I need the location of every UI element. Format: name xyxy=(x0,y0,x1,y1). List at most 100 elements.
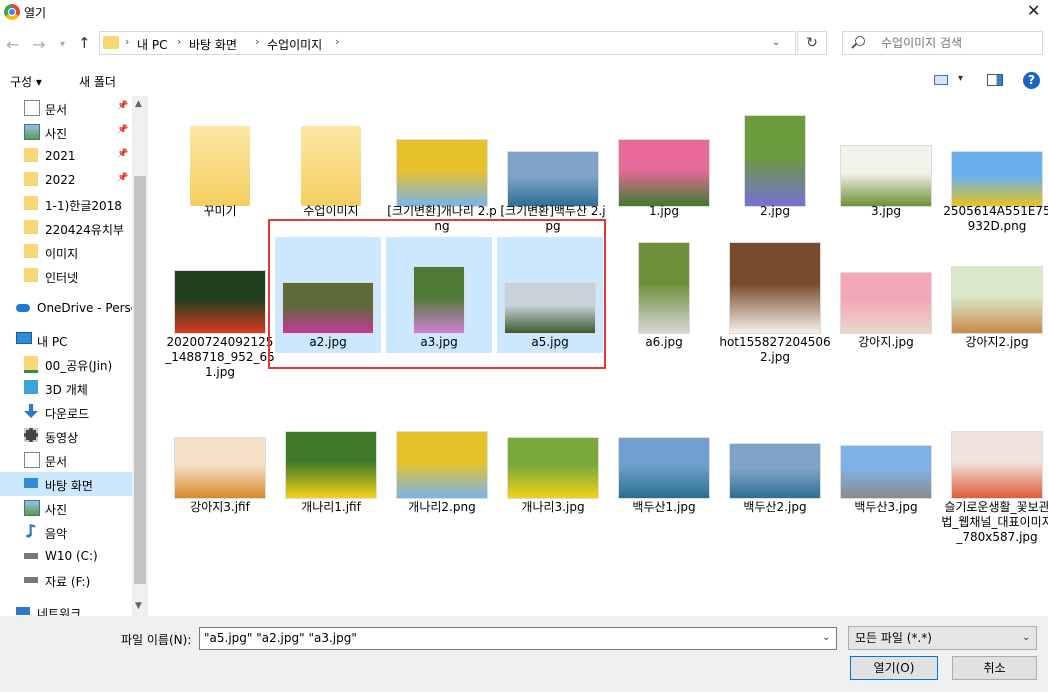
file-item[interactable]: 2505614A551E75932D.png xyxy=(941,100,1048,233)
file-item[interactable]: 백두산3.jpg xyxy=(830,402,942,532)
file-item[interactable]: 3.jpg xyxy=(830,100,942,230)
new-folder-button[interactable]: 새 폴더 xyxy=(79,73,116,90)
sidebar-item[interactable]: 문서 📌 xyxy=(0,96,132,120)
view-icon[interactable] xyxy=(934,75,948,85)
pin-icon[interactable]: 📌 xyxy=(117,149,128,159)
filename-label: 파일 이름(N): xyxy=(121,633,192,647)
sidebar-item[interactable]: 문서 xyxy=(0,448,132,472)
scrollbar-thumb[interactable] xyxy=(134,176,146,584)
file-item[interactable]: 개나리3.jpg xyxy=(497,402,609,532)
help-icon[interactable]: ? xyxy=(1023,72,1040,89)
file-item[interactable]: 백두산2.jpg xyxy=(719,402,831,532)
folder-icon xyxy=(24,268,38,282)
recent-chevron-icon[interactable]: ▾ xyxy=(60,39,65,50)
image-thumbnail xyxy=(639,243,689,333)
file-name: 수업이미지 xyxy=(303,204,359,218)
cancel-button[interactable]: 취소 xyxy=(952,656,1037,680)
folder-icon xyxy=(24,220,38,234)
file-item[interactable]: [크기변환]개나리 2.png xyxy=(386,100,498,233)
back-icon[interactable]: ← xyxy=(6,35,19,54)
window-title: 열기 xyxy=(24,6,47,20)
breadcrumb-current[interactable]: 수업이미지 xyxy=(267,36,322,53)
sidebar-item[interactable]: OneDrive - Person xyxy=(0,296,146,320)
file-name: 강아지3.jfif xyxy=(190,500,250,514)
file-name: 백두산1.jpg xyxy=(632,500,696,514)
file-item[interactable]: 1.jpg xyxy=(608,100,720,230)
file-name: a6.jpg xyxy=(645,335,683,349)
pin-icon[interactable]: 📌 xyxy=(117,125,128,135)
pin-icon[interactable]: 📌 xyxy=(117,101,128,111)
sidebar-item[interactable]: W10 (C:) xyxy=(0,544,132,568)
up-icon[interactable]: ↑ xyxy=(78,34,91,52)
scroll-down-icon[interactable]: ▼ xyxy=(135,601,142,611)
file-item[interactable]: 개나리2.png xyxy=(386,402,498,532)
file-name: 강아지.jpg xyxy=(858,335,914,349)
sidebar-item[interactable]: 00_공유(Jin) xyxy=(0,352,132,376)
sidebar-item[interactable]: 이미지 xyxy=(0,240,132,264)
folder-icon xyxy=(103,36,119,49)
file-name: 꾸미기 xyxy=(203,204,237,218)
sidebar-item[interactable]: 다운로드 xyxy=(0,400,132,424)
breadcrumb-pc[interactable]: 내 PC xyxy=(137,36,167,53)
view-dropdown-icon[interactable]: ▾ xyxy=(958,73,963,84)
pictures-icon xyxy=(24,500,40,516)
search-input[interactable]: 수업이미지 검색 xyxy=(842,31,1043,55)
file-item[interactable]: 개나리1.jfif xyxy=(275,402,387,532)
file-name: 3.jpg xyxy=(870,204,902,218)
file-item[interactable]: 강아지.jpg xyxy=(830,237,942,367)
sidebar-item-label: 이미지 xyxy=(45,247,79,261)
filetype-dropdown-icon[interactable]: ⌄ xyxy=(1022,632,1030,643)
filename-dropdown-icon[interactable]: ⌄ xyxy=(822,632,830,643)
folder-item[interactable]: 꾸미기 xyxy=(164,100,276,230)
sidebar-item-label: 사진 xyxy=(45,127,68,141)
file-item[interactable]: 백두산1.jpg xyxy=(608,402,720,532)
sidebar-item-label: 내 PC xyxy=(37,335,68,349)
folder-item[interactable]: 수업이미지 xyxy=(275,100,387,230)
organize-button[interactable]: 구성 ▾ xyxy=(10,73,42,90)
image-thumbnail xyxy=(952,267,1042,333)
sidebar-item[interactable]: 1-1)한글2018 xyxy=(0,192,132,216)
sidebar-item[interactable]: 사진 📌 xyxy=(0,120,132,144)
sidebar-item[interactable]: 인터넷 xyxy=(0,264,132,288)
address-dropdown-icon[interactable]: ⌄ xyxy=(772,37,780,48)
file-item[interactable]: [크기변환]백두산 2.jpg xyxy=(497,100,609,233)
file-item[interactable]: 20200724092125_1488718_952_651.jpg xyxy=(164,237,276,379)
sidebar-item[interactable]: 내 PC xyxy=(0,328,132,352)
file-item[interactable]: 슬기로운생활_꽃보관법_웹채널_대표이미지_780x587.jpg xyxy=(941,402,1048,544)
pc-icon xyxy=(16,332,32,344)
open-button[interactable]: 열기(O) xyxy=(850,656,938,680)
sidebar-item[interactable]: 네트워크 xyxy=(0,600,132,616)
sidebar-item[interactable]: 3D 개체 xyxy=(0,376,132,400)
image-thumbnail xyxy=(397,140,487,206)
sidebar-item[interactable]: 2022 📌 xyxy=(0,168,132,192)
scroll-up-icon[interactable]: ▲ xyxy=(135,99,142,109)
sidebar-item[interactable]: 음악 xyxy=(0,520,132,544)
refresh-button[interactable]: ↻ xyxy=(797,31,827,55)
preview-pane-icon[interactable] xyxy=(987,74,1003,86)
breadcrumb-desktop[interactable]: 바탕 화면 xyxy=(189,36,237,53)
sidebar-item[interactable]: 220424유치부 xyxy=(0,216,132,240)
sidebar-item[interactable]: 자료 (F:) xyxy=(0,568,132,592)
sidebar-item[interactable]: 2021 📌 xyxy=(0,144,132,168)
file-item[interactable]: hot1558272045062.jpg xyxy=(719,237,831,367)
image-thumbnail xyxy=(730,444,820,498)
video-icon xyxy=(24,428,38,442)
pin-icon[interactable]: 📌 xyxy=(117,173,128,183)
image-thumbnail xyxy=(952,152,1042,206)
file-item[interactable]: 강아지2.jpg xyxy=(941,237,1048,367)
file-item[interactable]: a6.jpg xyxy=(608,237,720,367)
close-button[interactable]: ✕ xyxy=(1027,1,1040,20)
forward-icon[interactable]: → xyxy=(32,35,45,54)
image-thumbnail xyxy=(841,446,931,498)
filename-input[interactable]: "a5.jpg" "a2.jpg" "a3.jpg" xyxy=(199,627,837,650)
sidebar-item[interactable]: 사진 xyxy=(0,496,132,520)
sidebar-item[interactable]: 바탕 화면 xyxy=(0,472,132,496)
filetype-select[interactable]: 모든 파일 (*.*) xyxy=(848,626,1037,650)
file-item[interactable]: 강아지3.jfif xyxy=(164,402,276,532)
file-name: 백두산2.jpg xyxy=(743,500,807,514)
image-thumbnail xyxy=(841,273,931,333)
folder-thumbnail-icon xyxy=(301,126,361,206)
sidebar-item-label: 00_공유(Jin) xyxy=(45,359,113,373)
file-item[interactable]: 2.jpg xyxy=(719,100,831,230)
sidebar-item[interactable]: 동영상 xyxy=(0,424,132,448)
